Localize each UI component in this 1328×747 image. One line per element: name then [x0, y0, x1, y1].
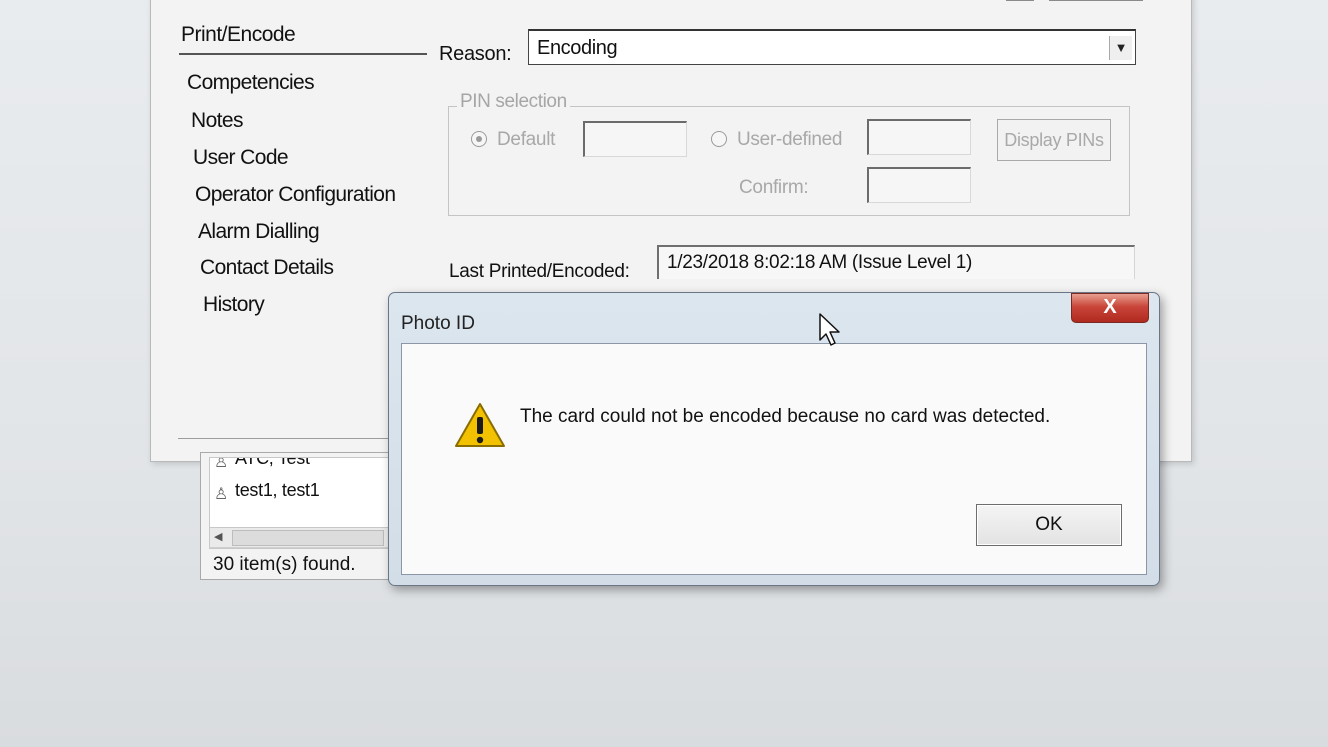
warning-icon: [455, 403, 505, 447]
pin-selection-group: PIN selection Default User-defined Displ…: [448, 91, 1130, 216]
last-printed-label: Last Printed/Encoded:: [449, 261, 630, 282]
dialog-message: The card could not be encoded because no…: [520, 406, 1051, 427]
scroll-left-icon[interactable]: ◀: [214, 530, 222, 543]
mouse-cursor-icon: [819, 313, 840, 346]
default-label: Default: [497, 129, 556, 150]
user-defined-label: User-defined: [737, 129, 843, 150]
default-pin-field[interactable]: [583, 121, 687, 157]
user-defined-radio[interactable]: [711, 131, 727, 147]
list-item[interactable]: ♙ test1, test1: [214, 480, 320, 504]
close-button[interactable]: X: [1071, 293, 1149, 323]
reason-label: Reason:: [439, 43, 512, 65]
reason-dropdown[interactable]: Encoding ▼: [528, 29, 1136, 65]
dialog-body: The card could not be encoded because no…: [401, 343, 1147, 575]
list-item-label: ATC, Test: [235, 457, 310, 468]
user-list-panel: ♙ ATC, Test ♙ test1, test1 ◀ 30 item(s) fo…: [200, 452, 410, 580]
list-item-label: test1, test1: [235, 480, 320, 500]
horizontal-scrollbar[interactable]: ◀: [209, 527, 391, 549]
nav-item-print-encode[interactable]: Print/Encode: [181, 23, 296, 47]
nav-item-user-code[interactable]: User Code: [193, 146, 289, 170]
scroll-thumb[interactable]: [232, 530, 384, 546]
nav-header-divider: [179, 53, 427, 55]
chevron-down-icon[interactable]: ▼: [1109, 36, 1132, 60]
window-top-button[interactable]: [1049, 0, 1143, 1]
nav-item-history[interactable]: History: [203, 293, 265, 317]
photo-id-dialog: Photo ID X The card could not be encoded…: [388, 292, 1160, 586]
user-icon: ♙: [214, 486, 229, 503]
reason-value: Encoding: [537, 37, 618, 59]
pin-selection-legend: PIN selection: [457, 91, 570, 113]
nav-item-competencies[interactable]: Competencies: [187, 71, 315, 95]
dialog-title: Photo ID: [401, 313, 475, 334]
user-icon: ♙: [214, 457, 229, 471]
panel-divider: [178, 438, 418, 439]
user-defined-pin-field[interactable]: [867, 119, 971, 155]
nav-item-contact-details[interactable]: Contact Details: [200, 256, 334, 280]
user-list: ♙ ATC, Test ♙ test1, test1: [209, 457, 391, 529]
default-radio[interactable]: [471, 131, 487, 147]
nav-item-alarm-dialling[interactable]: Alarm Dialling: [198, 220, 320, 244]
display-pins-button[interactable]: Display PINs: [997, 119, 1111, 161]
last-printed-value: 1/23/2018 8:02:18 AM (Issue Level 1): [667, 252, 973, 273]
nav-item-operator-configuration[interactable]: Operator Configuration: [195, 183, 396, 207]
nav-item-notes[interactable]: Notes: [191, 109, 243, 133]
window-top-button[interactable]: [1006, 0, 1034, 1]
close-icon: X: [1103, 296, 1117, 318]
confirm-pin-field[interactable]: [867, 167, 971, 203]
last-printed-field: 1/23/2018 8:02:18 AM (Issue Level 1): [657, 245, 1135, 279]
list-item[interactable]: ♙ ATC, Test: [214, 457, 310, 472]
ok-button[interactable]: OK: [976, 504, 1122, 546]
status-bar: 30 item(s) found.: [209, 547, 395, 579]
confirm-label: Confirm:: [739, 177, 809, 198]
